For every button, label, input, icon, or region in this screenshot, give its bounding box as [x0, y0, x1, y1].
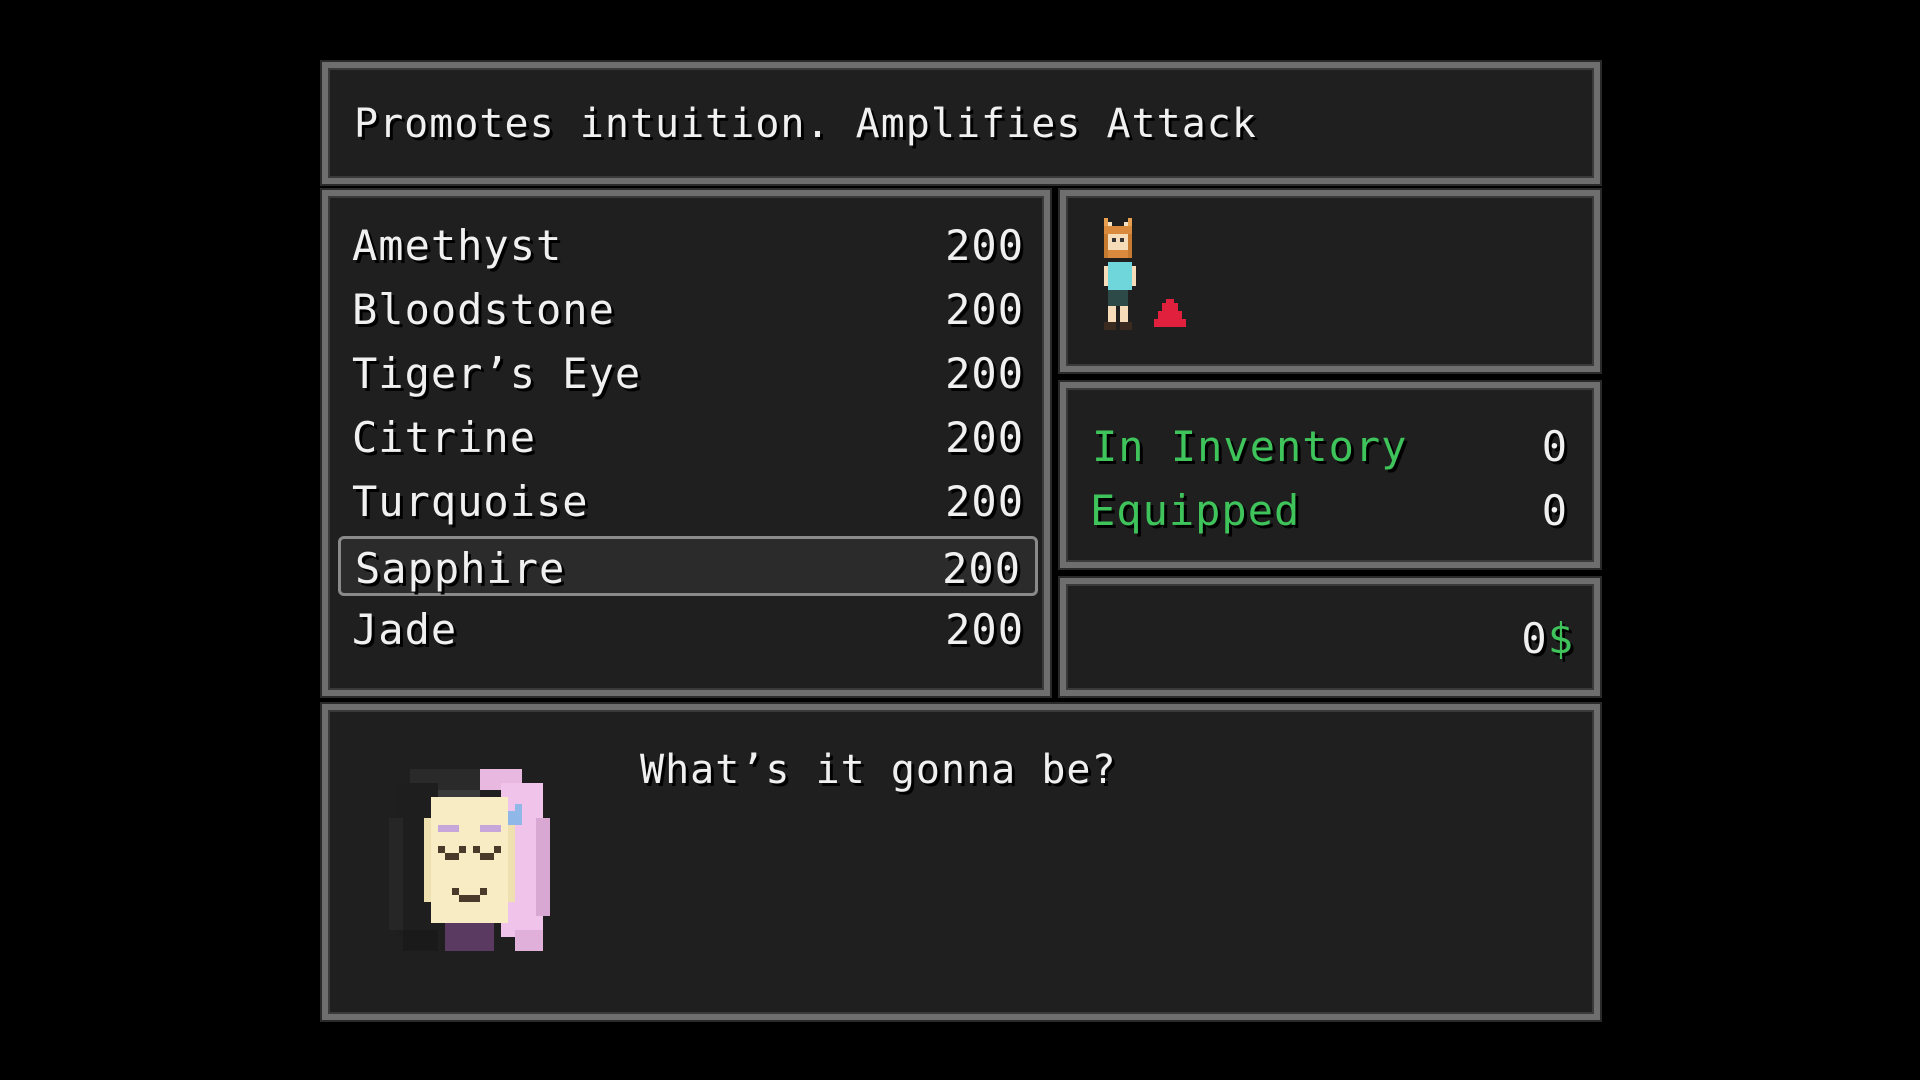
shopkeeper-face-portrait [389, 769, 550, 951]
red-up-arrow-icon [1154, 299, 1186, 327]
item-price: 200 [945, 605, 1024, 654]
shop-item-list[interactable]: Amethyst 200 Bloodstone 200 Tiger’s Eye … [322, 190, 1050, 696]
item-price: 200 [945, 349, 1024, 398]
shop-item-amethyst[interactable]: Amethyst 200 [338, 216, 1038, 276]
item-price: 200 [945, 413, 1024, 462]
item-price: 200 [945, 477, 1024, 526]
item-price: 200 [945, 221, 1024, 270]
equipped-value: 0 [1541, 486, 1568, 535]
fox-girl-sprite [1104, 218, 1136, 330]
in-inventory-label: In Inventory [1092, 422, 1408, 471]
item-name: Amethyst [352, 221, 563, 270]
shop-item-citrine[interactable]: Citrine 200 [338, 408, 1038, 468]
item-name: Turquoise [352, 477, 589, 526]
item-price: 200 [942, 544, 1021, 593]
gold-amount: 0 [1521, 614, 1548, 663]
item-description: Promotes intuition. Amplifies Attack [354, 101, 1257, 147]
equipped-label: Equipped [1090, 486, 1301, 535]
in-inventory-value: 0 [1541, 422, 1568, 471]
item-name: Sapphire [355, 544, 566, 593]
item-name: Citrine [352, 413, 537, 462]
item-name: Jade [352, 605, 458, 654]
item-name: Bloodstone [352, 285, 615, 334]
actor-equip-window[interactable] [1060, 190, 1600, 372]
description-window: Promotes intuition. Amplifies Attack [322, 62, 1600, 184]
shop-item-turquoise[interactable]: Turquoise 200 [338, 472, 1038, 532]
shop-item-sapphire-selected[interactable]: Sapphire 200 [338, 536, 1038, 596]
item-price: 200 [945, 285, 1024, 334]
shop-item-tigers-eye[interactable]: Tiger’s Eye 200 [338, 344, 1038, 404]
item-stats-window: In Inventory 0 Equipped 0 [1060, 382, 1600, 568]
currency-unit: $ [1547, 614, 1574, 663]
item-name: Tiger’s Eye [352, 349, 642, 398]
gold-window: 0$ [1060, 578, 1600, 696]
message-window[interactable]: What’s it gonna be? [322, 704, 1600, 1020]
shop-item-jade[interactable]: Jade 200 [338, 600, 1038, 660]
shopkeeper-dialogue: What’s it gonna be? [640, 747, 1117, 793]
gold-display: 0$ [1521, 618, 1574, 660]
shop-item-bloodstone[interactable]: Bloodstone 200 [338, 280, 1038, 340]
